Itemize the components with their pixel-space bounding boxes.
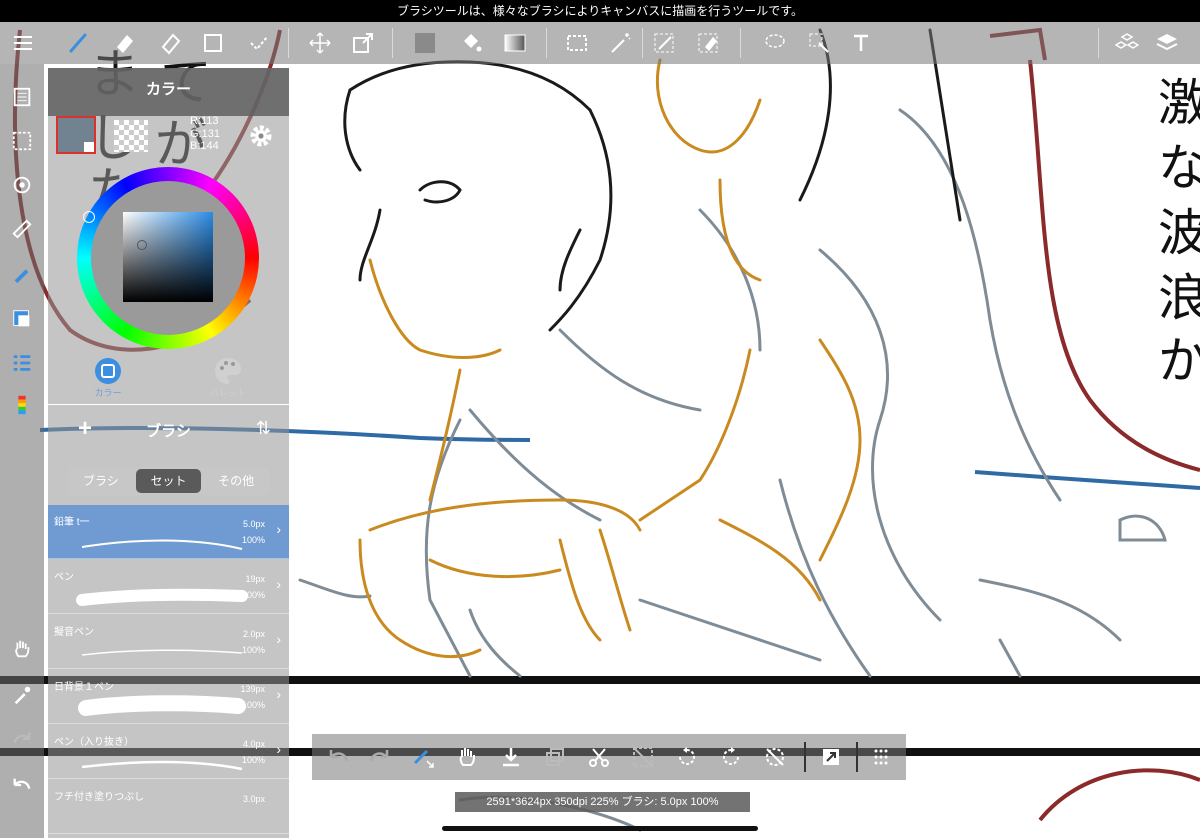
sv-handle[interactable] bbox=[137, 240, 147, 250]
home-indicator[interactable] bbox=[442, 826, 758, 831]
palette-icon bbox=[215, 358, 241, 384]
grid-icon[interactable] bbox=[866, 742, 896, 772]
color-tab-icon bbox=[95, 358, 121, 384]
select-check-icon[interactable] bbox=[244, 28, 274, 58]
deselect-icon[interactable] bbox=[628, 742, 658, 772]
segment-set[interactable]: セット bbox=[135, 469, 202, 493]
fullscreen-icon[interactable] bbox=[816, 742, 846, 772]
rotate-left-icon[interactable] bbox=[672, 742, 702, 772]
bottom-toolbar bbox=[312, 734, 906, 780]
saturation-value-square[interactable] bbox=[123, 212, 213, 302]
select-layer-icon[interactable] bbox=[804, 28, 834, 58]
blue-value: B:144 bbox=[190, 140, 219, 152]
chevron-right-icon: › bbox=[276, 741, 281, 757]
chevron-right-icon: › bbox=[276, 576, 281, 592]
rotate-right-icon[interactable] bbox=[716, 742, 746, 772]
rotate-icon[interactable] bbox=[7, 170, 37, 200]
selection-icon[interactable] bbox=[7, 126, 37, 156]
layers-panel-icon[interactable] bbox=[7, 82, 37, 112]
copy-icon[interactable] bbox=[540, 742, 570, 772]
color-icon[interactable] bbox=[7, 304, 37, 334]
tab-palette[interactable]: パレット bbox=[168, 354, 288, 404]
segment-other[interactable]: その他 bbox=[203, 467, 269, 495]
cut-icon[interactable] bbox=[584, 742, 614, 772]
segment-brush[interactable]: ブラシ bbox=[68, 467, 134, 495]
svg-text:浪: 浪 bbox=[1158, 269, 1200, 327]
hand-icon[interactable] bbox=[7, 634, 37, 664]
brush-swap-icon[interactable] bbox=[408, 742, 438, 772]
layers-icon[interactable] bbox=[1152, 28, 1182, 58]
text-icon[interactable] bbox=[846, 28, 876, 58]
lasso-icon[interactable] bbox=[760, 28, 790, 58]
tab-color[interactable]: カラー bbox=[48, 354, 168, 404]
hue-handle[interactable] bbox=[83, 211, 95, 223]
sort-brush-button[interactable]: ⇅ bbox=[256, 418, 271, 439]
svg-text:か: か bbox=[1158, 332, 1200, 390]
color-panel: カラー R:113 G:131 B:144 カラー パレット bbox=[48, 68, 289, 404]
undo-icon[interactable] bbox=[7, 770, 37, 800]
reset-rotation-icon[interactable] bbox=[760, 742, 790, 772]
status-bar: 2591*3624px 350dpi 225% ブラシ: 5.0px 100% bbox=[455, 792, 750, 812]
svg-text:な: な bbox=[1158, 139, 1200, 197]
blur-icon[interactable] bbox=[156, 28, 186, 58]
fill-color-icon[interactable] bbox=[410, 28, 440, 58]
gear-icon[interactable] bbox=[247, 122, 275, 150]
tool-hint-bar: ブラシツールは、様々なブラシによりキャンバスに描画を行うツールです。 bbox=[0, 0, 1200, 22]
hand-icon[interactable] bbox=[452, 742, 482, 772]
green-value: G:131 bbox=[190, 127, 220, 140]
transform-icon[interactable] bbox=[348, 28, 378, 58]
brush-panel-title: ブラシ bbox=[146, 423, 191, 440]
palette-strip-icon[interactable] bbox=[7, 390, 37, 420]
sub-color-swatch[interactable] bbox=[114, 120, 148, 152]
brush-panel-header: + ブラシ ⇅ bbox=[48, 405, 289, 455]
gradient-icon[interactable] bbox=[500, 28, 530, 58]
color-panel-title: カラー bbox=[48, 68, 289, 116]
bucket-icon[interactable] bbox=[456, 28, 486, 58]
brush-item[interactable]: フチ付き塗りつぶし 3.0px bbox=[48, 780, 289, 834]
brush-category-selector: ブラシ セット その他 bbox=[68, 467, 269, 495]
menu-icon[interactable] bbox=[8, 28, 38, 58]
brush-list-icon[interactable] bbox=[7, 348, 37, 378]
rgb-readout: R:113 G:131 B:144 bbox=[190, 115, 220, 153]
eraser-icon[interactable] bbox=[110, 28, 140, 58]
select-rect-icon[interactable] bbox=[562, 28, 592, 58]
select-eraser-icon[interactable] bbox=[694, 28, 724, 58]
move-icon[interactable] bbox=[305, 28, 335, 58]
brush-item[interactable]: ペン 19px 100% › bbox=[48, 560, 289, 614]
import-icon[interactable] bbox=[496, 742, 526, 772]
brush-item[interactable]: 日背景１ペン 139px 100% › bbox=[48, 670, 289, 724]
brush-panel: + ブラシ ⇅ ブラシ セット その他 鉛筆 t一 5.0px 100% › ペ… bbox=[48, 405, 289, 838]
svg-text:激: 激 bbox=[1158, 74, 1200, 132]
svg-text:波: 波 bbox=[1158, 204, 1200, 262]
brush-icon[interactable] bbox=[64, 28, 94, 58]
main-color-swatch[interactable] bbox=[56, 116, 96, 154]
undo-icon[interactable] bbox=[324, 742, 354, 772]
red-value: R:113 bbox=[190, 115, 219, 127]
top-toolbar bbox=[0, 22, 1200, 64]
left-toolbar bbox=[0, 64, 44, 838]
shape-icon[interactable] bbox=[198, 28, 228, 58]
ruler-icon[interactable] bbox=[7, 214, 37, 244]
chevron-right-icon: › bbox=[276, 686, 281, 702]
materials-icon[interactable] bbox=[1112, 28, 1142, 58]
chevron-right-icon: › bbox=[276, 631, 281, 647]
magic-wand-icon[interactable] bbox=[606, 28, 636, 58]
brush-item[interactable]: 擬音ペン 2.0px 100% › bbox=[48, 615, 289, 669]
chevron-right-icon: › bbox=[276, 521, 281, 537]
select-pen-icon[interactable] bbox=[650, 28, 680, 58]
redo-icon[interactable] bbox=[7, 724, 37, 754]
eyedropper-icon[interactable] bbox=[7, 680, 37, 710]
brush-item[interactable]: ペン（入り抜き） 4.0px 100% › bbox=[48, 725, 289, 779]
pen-icon[interactable] bbox=[7, 258, 37, 288]
redo-icon[interactable] bbox=[364, 742, 394, 772]
brush-item[interactable]: 鉛筆 t一 5.0px 100% › bbox=[48, 505, 289, 559]
